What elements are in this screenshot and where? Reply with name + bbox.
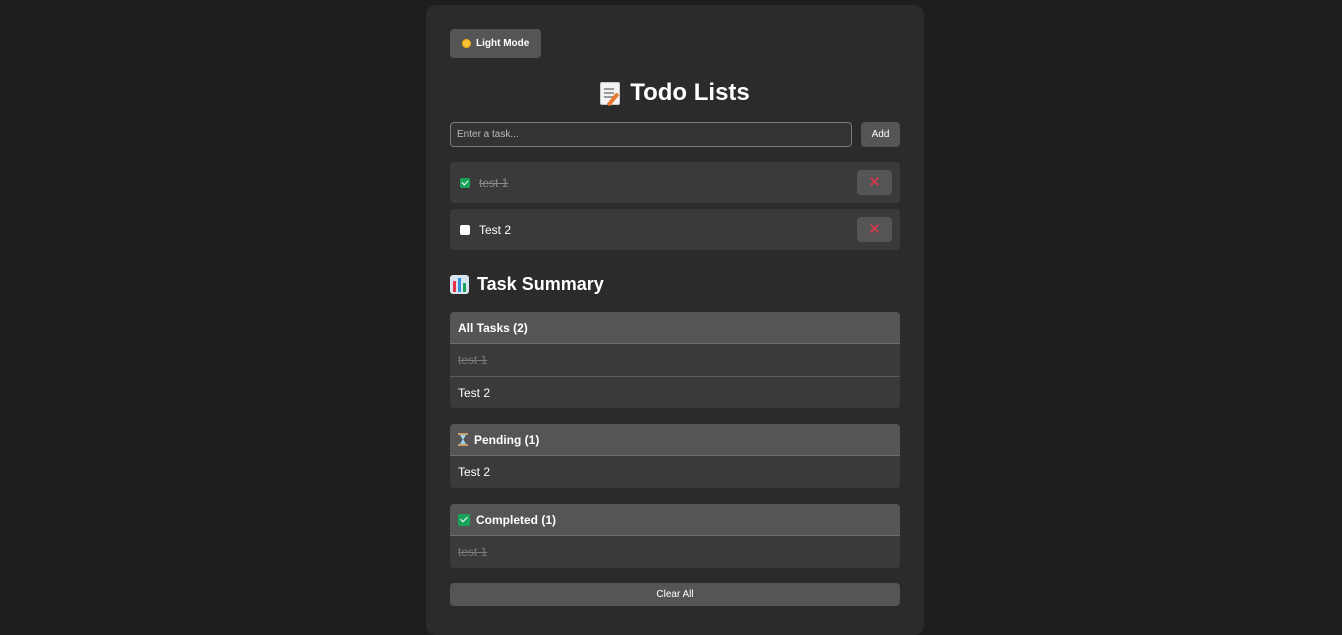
todo-checkbox[interactable] xyxy=(460,177,470,188)
todo-text: test 1 xyxy=(479,175,509,190)
todo-list: test 1 ✕ Test 2 ✕ xyxy=(450,162,900,250)
pending-label: Pending (1) xyxy=(474,432,540,447)
hourglass-icon xyxy=(458,433,468,446)
add-task-form: Add xyxy=(450,122,900,147)
theme-toggle-button[interactable]: Light Mode xyxy=(450,29,542,58)
close-icon: ✕ xyxy=(868,221,881,238)
todo-checkbox[interactable] xyxy=(460,224,470,235)
list-item: Test 2 xyxy=(458,465,491,479)
add-button[interactable]: Add xyxy=(861,122,900,147)
all-tasks-group: All Tasks (2) test 1 Test 2 xyxy=(450,312,900,408)
page-title: Todo Lists xyxy=(450,78,900,108)
all-tasks-header: All Tasks (2) xyxy=(450,312,900,344)
task-summary-title: Task Summary xyxy=(450,272,900,296)
completed-header: Completed (1) xyxy=(450,504,900,536)
task-input[interactable] xyxy=(450,122,852,147)
todo-app-card: Light Mode Todo Lists Add test 1 ✕ Test … xyxy=(426,5,924,635)
close-icon: ✕ xyxy=(868,174,881,191)
page-title-text: Todo Lists xyxy=(630,79,750,106)
check-icon xyxy=(458,513,470,526)
theme-toggle-label: Light Mode xyxy=(476,38,530,49)
pending-header: Pending (1) xyxy=(450,424,900,456)
completed-group: Completed (1) test 1 xyxy=(450,504,900,568)
todo-item: Test 2 ✕ xyxy=(450,209,900,250)
clear-all-button[interactable]: Clear All xyxy=(450,583,900,606)
memo-icon xyxy=(600,81,621,105)
list-item: Test 2 xyxy=(450,376,900,408)
delete-button[interactable]: ✕ xyxy=(857,217,892,242)
bar-chart-icon xyxy=(450,274,469,294)
completed-label: Completed (1) xyxy=(476,512,557,527)
pending-group: Pending (1) Test 2 xyxy=(450,424,900,488)
list-item: test 1 xyxy=(458,545,488,559)
all-tasks-label: All Tasks (2) xyxy=(458,320,528,335)
task-summary-title-text: Task Summary xyxy=(477,273,604,294)
todo-item: test 1 ✕ xyxy=(450,162,900,203)
sun-icon xyxy=(462,39,471,48)
delete-button[interactable]: ✕ xyxy=(857,170,892,195)
todo-text: Test 2 xyxy=(479,222,512,237)
list-item: test 1 xyxy=(458,353,488,367)
